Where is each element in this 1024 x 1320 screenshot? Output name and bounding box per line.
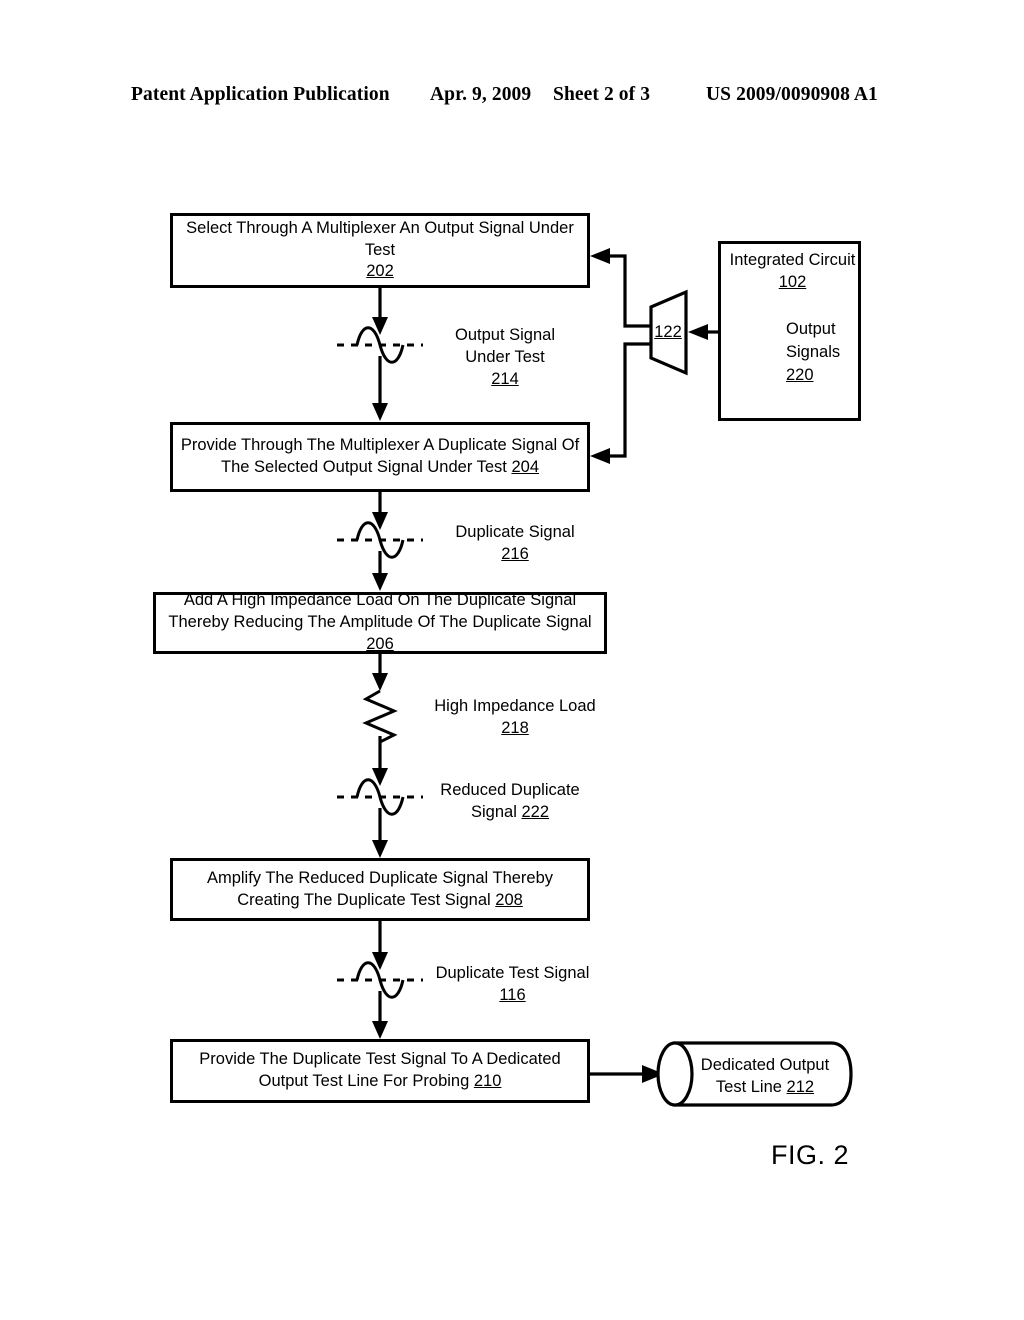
arrow-222-to-208 [372,808,388,858]
signal-214-line2: Under Test [465,347,545,366]
ic-label: Integrated Circuit [729,251,856,269]
box-206-text: Add A High Impedance Load On The Duplica… [168,591,592,632]
signal-label-214: Output Signal Under Test 214 [430,325,580,390]
signal-116-ref: 116 [499,985,526,1004]
signal-218-ref: 218 [501,718,529,737]
signal-glyph-116 [337,961,423,999]
figure-caption: FIG. 2 [771,1140,850,1170]
signal-glyph-216 [337,521,423,559]
output-signals-ref: 220 [786,365,814,384]
signal-label-116: Duplicate Test Signal 116 [425,963,600,1007]
process-box-210[interactable]: Provide The Duplicate Test Signal To A D… [170,1039,590,1103]
signal-214-line1: Output Signal [455,326,555,344]
box-210-text: Provide The Duplicate Test Signal To A D… [199,1050,561,1090]
signal-glyph-214 [337,326,423,364]
signal-222-ref: 222 [521,802,549,821]
header-sheet: Sheet 2 of 3 [553,84,651,105]
arrow-218-to-222 [372,736,388,786]
box-206-ref: 206 [366,634,394,653]
arrow-214-to-204 [372,356,388,421]
box-204-ref: 204 [511,458,539,476]
signal-label-216: Duplicate Signal 216 [430,522,600,566]
cylinder-ref: 212 [786,1077,815,1096]
signal-214-ref: 214 [491,369,519,388]
arrow-mux-to-204 [590,342,651,464]
signal-label-222: Reduced Duplicate Signal 222 [425,780,595,824]
patent-figure-page: Patent Application Publication Apr. 9, 2… [0,0,1024,1320]
resistor-icon-218 [362,689,398,744]
box-210-ref: 210 [473,1072,502,1090]
figure-vector-layer [337,248,853,1107]
arrow-mux-to-202 [590,248,651,328]
header-date: Apr. 9, 2009 [430,84,532,105]
signal-116-line1: Duplicate Test Signal [435,964,590,982]
arrow-210-to-212 [590,1065,664,1083]
arrow-208-to-116 [372,921,388,970]
box-202-ref: 202 [366,262,394,281]
signal-222-line1: Reduced Duplicate [440,781,580,799]
arrow-204-to-216 [372,492,388,530]
signal-label-218: High Impedance Load 218 [420,696,610,740]
output-signals-line2: Signals [786,342,841,361]
box-202-text: Select Through A Multiplexer An Output S… [186,218,574,259]
signal-216-line1: Duplicate Signal [455,523,575,541]
signal-glyph-222 [337,778,423,816]
page-header: Patent Application Publication Apr. 9, 2… [0,84,1024,118]
arrow-202-to-214 [372,288,388,335]
header-publication: Patent Application Publication [131,84,390,105]
process-box-204[interactable]: Provide Through The Multiplexer A Duplic… [170,422,590,492]
process-box-202[interactable]: Select Through A Multiplexer An Output S… [170,213,590,288]
header-patent-number: US 2009/0090908 A1 [706,84,878,105]
signal-218-line1: High Impedance Load [434,697,596,715]
process-box-206[interactable]: Add A High Impedance Load On The Duplica… [153,591,607,654]
output-signals-line1: Output [786,320,836,338]
signal-216-ref: 216 [501,544,529,563]
multiplexer-ref-122: 122 [654,323,682,341]
dedicated-output-test-line-212[interactable]: Dedicated Output Test Line 212 [655,1043,851,1105]
arrow-216-to-206 [372,551,388,591]
cylinder-line2: Test Line [715,1077,782,1096]
signal-222-line2: Signal [471,802,517,821]
ic-ref: 102 [778,272,807,291]
cylinder-line1: Dedicated Output [700,1056,830,1074]
output-signals-label-220: Output Signals 220 [786,318,866,386]
arrow-206-to-218 [372,654,388,691]
arrow-116-to-210 [372,991,388,1039]
process-box-208[interactable]: Amplify The Reduced Duplicate Signal The… [170,858,590,921]
box-208-ref: 208 [495,890,523,909]
